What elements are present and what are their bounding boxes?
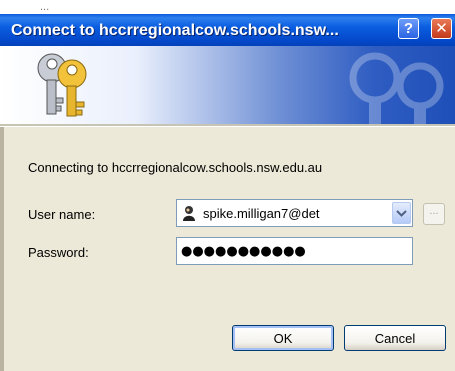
help-icon: ? (403, 20, 414, 37)
password-field[interactable] (176, 237, 413, 265)
banner (0, 46, 455, 124)
user-name-dropdown-button[interactable] (392, 202, 411, 224)
close-icon: ✕ (435, 20, 448, 37)
keys-watermark (349, 52, 444, 124)
password-label: Password: (28, 245, 89, 260)
connecting-message: Connecting to hccrregionalcow.schools.ns… (28, 160, 323, 175)
background-window-strip: ... (0, 0, 455, 14)
cancel-button[interactable]: Cancel (344, 325, 446, 351)
close-button[interactable]: ✕ (431, 18, 452, 39)
help-button[interactable]: ? (398, 18, 419, 39)
user-name-value: spike.milligan7@det (203, 206, 320, 221)
window-left-border (0, 127, 4, 371)
user-name-label: User name: (28, 207, 96, 222)
title-bar[interactable]: Connect to hccrregionalcow.schools.nsw..… (0, 14, 455, 46)
window-title: Connect to hccrregionalcow.schools.nsw..… (11, 22, 339, 39)
user-icon (183, 206, 195, 221)
ok-button[interactable]: OK (232, 325, 334, 351)
user-name-combobox[interactable]: spike.milligan7@det (176, 199, 413, 227)
chevron-down-icon (396, 210, 407, 217)
background-text: ... (40, 1, 50, 13)
keys-icon (37, 53, 87, 117)
browse-button[interactable]: ... (423, 203, 445, 225)
